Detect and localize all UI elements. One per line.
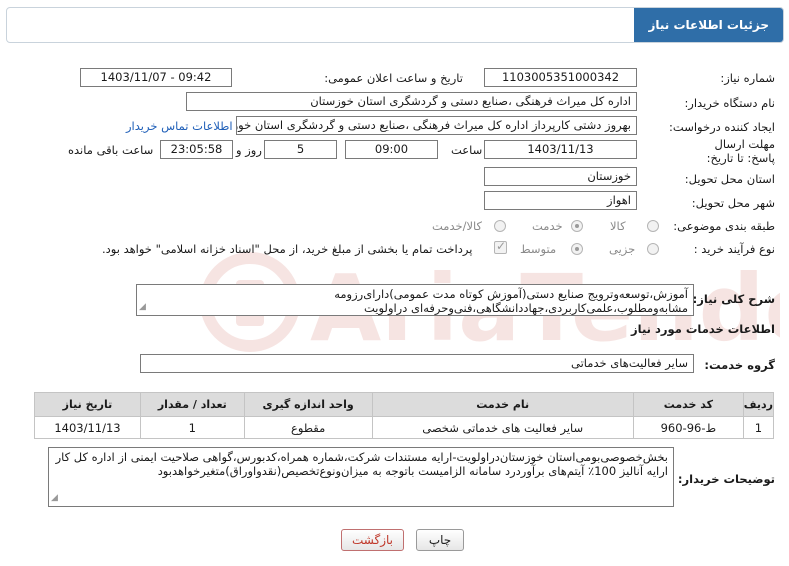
- back-button[interactable]: بازگشت: [341, 529, 404, 551]
- buyer-notes-textarea[interactable]: بخش‌خصوصی‌بومی‌استان خوزستان‌دراولویت-ار…: [48, 447, 674, 507]
- payment-note: پرداخت تمام یا بخشی از مبلغ خرید، از محل…: [102, 242, 473, 256]
- col-header-unit: واحد اندازه گیری: [243, 392, 373, 417]
- time-label: ساعت: [451, 143, 483, 157]
- cell-unit: مقطوع: [243, 416, 373, 439]
- category-radio-goods-service[interactable]: [494, 220, 506, 232]
- description-label: شرح کلی نیاز:: [692, 292, 775, 306]
- table-row: 1 ط-96-960 سایر فعالیت های خدماتی شخصی م…: [34, 416, 775, 439]
- print-button[interactable]: چاپ: [416, 529, 464, 551]
- service-group-label: گروه خدمت:: [704, 358, 775, 372]
- category-radio-service[interactable]: [571, 220, 583, 232]
- process-radio-medium[interactable]: [571, 243, 583, 255]
- services-table: ردیف کد خدمت نام خدمت واحد اندازه گیری ت…: [34, 392, 775, 439]
- category-option-service: خدمت: [532, 219, 563, 233]
- process-option-medium: متوسط: [520, 242, 557, 256]
- buyer-notes-label: توضیحات خریدار:: [677, 472, 775, 486]
- process-option-minor: جزیی: [609, 242, 636, 256]
- resize-handle-icon[interactable]: ◢: [51, 491, 58, 505]
- col-header-row-number: ردیف: [742, 392, 775, 417]
- remaining-label: ساعت باقی مانده: [68, 143, 154, 157]
- deadline-date-field: 1403/11/13: [484, 140, 637, 159]
- cell-service-code: ط-96-960: [632, 416, 744, 439]
- buyer-org-field: اداره کل میراث فرهنگی ،صنایع دستی و گردش…: [186, 92, 637, 111]
- need-number-field: 1103005351000342: [484, 68, 637, 87]
- buyer-notes-text: بخش‌خصوصی‌بومی‌استان خوزستان‌دراولویت-ار…: [55, 450, 668, 478]
- description-text: آموزش،توسعه‌وترویج صنایع دستی(آموزش کوتا…: [334, 287, 688, 315]
- page-header: جزئیات اطلاعات نیاز: [6, 7, 784, 43]
- category-option-goods: کالا: [610, 219, 626, 233]
- province-field: خوزستان: [484, 167, 637, 186]
- category-label: طبقه بندی موضوعی:: [673, 219, 775, 233]
- payment-checkbox[interactable]: ✓: [494, 239, 507, 254]
- category-radio-goods[interactable]: [647, 220, 659, 232]
- contact-buyer-link[interactable]: اطلاعات تماس خریدار: [126, 119, 233, 133]
- check-icon: ✓: [496, 239, 507, 253]
- process-radio-minor[interactable]: [647, 243, 659, 255]
- col-header-quantity: تعداد / مقدار: [139, 392, 245, 417]
- col-header-need-date: تاریخ نیاز: [34, 392, 141, 417]
- category-option-goods-service: کالا/خدمت: [432, 219, 483, 233]
- city-label: شهر محل تحویل:: [691, 196, 775, 210]
- page-title: جزئیات اطلاعات نیاز: [634, 8, 783, 42]
- description-textarea[interactable]: آموزش،توسعه‌وترویج صنایع دستی(آموزش کوتا…: [136, 284, 694, 316]
- cell-quantity: 1: [139, 416, 245, 439]
- table-header-row: ردیف کد خدمت نام خدمت واحد اندازه گیری ت…: [34, 392, 775, 417]
- days-label: روز و: [236, 143, 262, 157]
- buyer-org-label: نام دستگاه خریدار:: [684, 96, 775, 110]
- creator-field: بهروز دشتی کارپرداز اداره کل میراث فرهنگ…: [236, 116, 637, 135]
- city-field: اهواز: [484, 191, 637, 210]
- services-section-title: اطلاعات خدمات مورد نیاز: [631, 322, 775, 336]
- remaining-time-field: 23:05:58: [160, 140, 233, 159]
- col-header-service-code: کد خدمت: [632, 392, 744, 417]
- deadline-label: مهلت ارسال پاسخ: تا تاریخ:: [706, 137, 775, 165]
- province-label: استان محل تحویل:: [684, 172, 775, 186]
- days-field: 5: [264, 140, 337, 159]
- col-header-service-name: نام خدمت: [371, 392, 634, 417]
- deadline-time-field: 09:00: [345, 140, 438, 159]
- need-number-label: شماره نیاز:: [720, 71, 775, 85]
- cell-need-date: 1403/11/13: [34, 416, 141, 439]
- creator-label: ایجاد کننده درخواست:: [669, 120, 775, 134]
- cell-row-number: 1: [742, 416, 775, 439]
- announce-field: 1403/11/07 - 09:42: [80, 68, 232, 87]
- service-group-field: سایر فعالیت‌های خدماتی: [140, 354, 694, 373]
- resize-handle-icon[interactable]: ◢: [139, 300, 146, 314]
- announce-label: تاریخ و ساعت اعلان عمومی:: [324, 71, 463, 85]
- cell-service-name: سایر فعالیت های خدماتی شخصی: [371, 416, 634, 439]
- process-label: نوع فرآیند خرید :: [693, 242, 775, 256]
